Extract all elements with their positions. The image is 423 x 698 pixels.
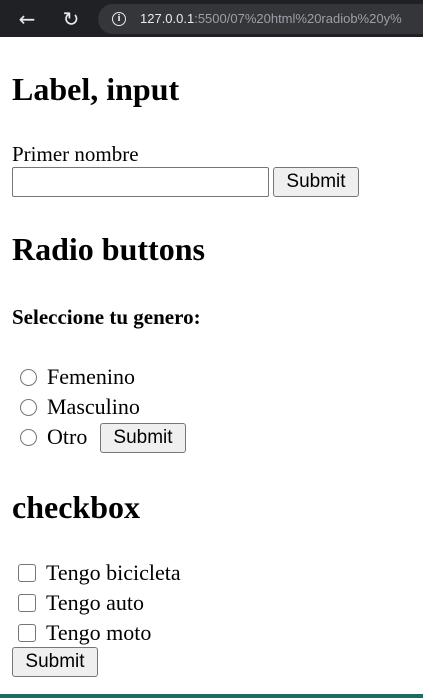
radio-label: Masculino bbox=[47, 394, 140, 419]
radio-button[interactable] bbox=[20, 368, 37, 386]
heading-radio-buttons: Radio buttons bbox=[12, 231, 205, 267]
first-name-input[interactable] bbox=[12, 167, 269, 197]
radio-option-otro[interactable]: Otro bbox=[12, 424, 87, 450]
site-info-icon[interactable]: i bbox=[112, 11, 126, 26]
radio-label: Femenino bbox=[47, 364, 135, 389]
radio-label: Otro bbox=[47, 424, 88, 449]
checkbox-option-bicicleta[interactable]: Tengo bicicleta bbox=[12, 560, 181, 586]
checkbox-label: Tengo bicicleta bbox=[46, 560, 181, 585]
radio-option-masculino[interactable]: Masculino bbox=[12, 394, 140, 420]
radio-button[interactable] bbox=[20, 398, 37, 416]
address-bar[interactable]: i 127.0.0.1:5500/07%20html%20radiob%20y% bbox=[98, 3, 423, 34]
radio-option-femenino[interactable]: Femenino bbox=[12, 364, 135, 390]
heading-checkbox: checkbox bbox=[12, 489, 140, 525]
checkbox-option-auto[interactable]: Tengo auto bbox=[12, 590, 144, 616]
submit-button-gender[interactable]: Submit bbox=[100, 423, 186, 453]
checkbox-label: Tengo auto bbox=[46, 590, 145, 615]
heading-label-input: Label, input bbox=[12, 71, 180, 107]
checkbox[interactable] bbox=[18, 624, 36, 642]
submit-button-name[interactable]: Submit bbox=[273, 167, 359, 197]
checkbox-option-moto[interactable]: Tengo moto bbox=[12, 620, 151, 646]
first-name-label: Primer nombre bbox=[12, 142, 139, 166]
url-host: 127.0.0.1 bbox=[140, 11, 195, 26]
bottom-strip bbox=[0, 694, 423, 698]
reload-icon[interactable]: ↻ bbox=[56, 4, 86, 34]
checkbox[interactable] bbox=[18, 594, 36, 612]
checkbox-label: Tengo moto bbox=[46, 620, 152, 645]
gender-question: Seleccione tu genero: bbox=[12, 305, 201, 329]
checkbox[interactable] bbox=[18, 564, 36, 582]
back-arrow-icon[interactable]: ← bbox=[12, 4, 42, 34]
submit-button-vehicles[interactable]: Submit bbox=[12, 647, 98, 677]
url-path: :5500/07%20html%20radiob%20y% bbox=[194, 11, 402, 26]
radio-button[interactable] bbox=[20, 428, 37, 446]
browser-toolbar: ← ↻ i 127.0.0.1:5500/07%20html%20radiob%… bbox=[0, 0, 423, 37]
